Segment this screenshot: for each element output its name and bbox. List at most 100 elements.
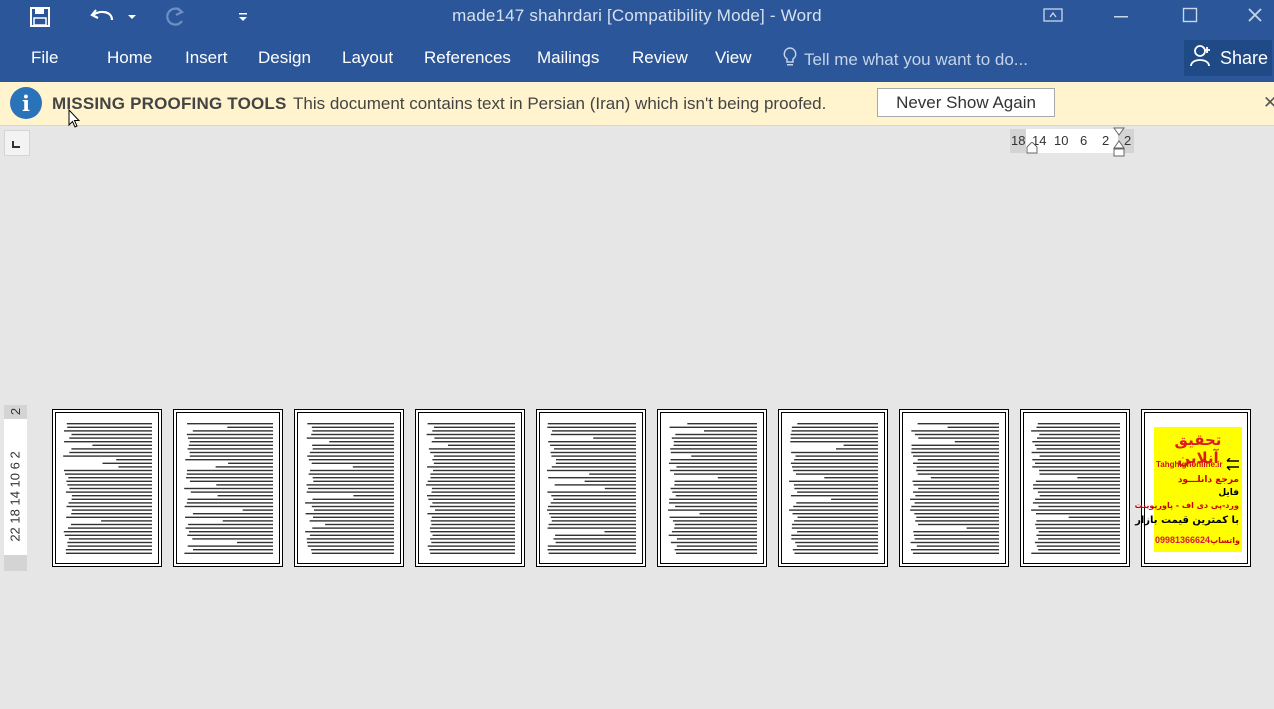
- text-line: [910, 541, 999, 544]
- text-line: [547, 545, 636, 547]
- share-label: Share: [1220, 47, 1269, 68]
- text-line: [604, 531, 636, 533]
- page-9[interactable]: [1020, 409, 1130, 567]
- horizontal-ruler[interactable]: 18 14 10 6 2 2: [1010, 127, 1134, 157]
- vertical-ruler-margin-bottom: [4, 555, 27, 571]
- page-text-block: [426, 423, 515, 554]
- text-line: [307, 541, 394, 544]
- advert-line-3: ورد-پی دی اف - پاورپوینت: [1134, 501, 1239, 510]
- text-line: [699, 513, 757, 515]
- advert-phone: 09981366624واتساپ: [1155, 535, 1240, 545]
- text-line: [670, 541, 757, 544]
- text-line: [305, 502, 394, 504]
- text-line: [1033, 487, 1120, 490]
- advert-banner: تحقیق آنلاین Tahghighonline.ir مرجع دانل…: [1135, 427, 1242, 552]
- maximize-icon[interactable]: [1167, 0, 1213, 30]
- text-line: [918, 523, 999, 526]
- text-line: [71, 495, 152, 497]
- text-line: [911, 451, 999, 454]
- page-5[interactable]: [536, 409, 646, 567]
- vertical-ruler-labels: 22 18 14 10 6 2: [7, 450, 23, 542]
- tab-layout[interactable]: Layout: [342, 48, 393, 68]
- text-line: [187, 545, 273, 547]
- text-line: [187, 448, 273, 450]
- right-indent-marker-icon[interactable]: [1112, 127, 1126, 164]
- text-line: [312, 477, 394, 479]
- tell-me-box[interactable]: Tell me what you want to do...: [782, 46, 1028, 73]
- text-line: [910, 509, 999, 511]
- text-line: [550, 444, 636, 446]
- close-window-icon[interactable]: [1236, 0, 1274, 30]
- page-7[interactable]: [778, 409, 888, 567]
- tab-file[interactable]: File: [31, 48, 58, 68]
- text-line: [555, 541, 636, 544]
- text-line: [433, 462, 515, 464]
- text-line: [547, 527, 636, 529]
- text-line: [918, 487, 999, 490]
- text-line: [185, 516, 273, 518]
- text-line: [551, 520, 636, 522]
- text-line: [435, 509, 515, 511]
- text-line: [432, 459, 515, 461]
- text-line: [549, 513, 636, 515]
- page-8[interactable]: [899, 409, 1009, 567]
- page-text-block: [910, 423, 999, 554]
- page-6[interactable]: [657, 409, 767, 567]
- text-line: [550, 433, 636, 436]
- tab-references[interactable]: References: [424, 48, 511, 68]
- text-line: [309, 451, 394, 454]
- page-1[interactable]: [52, 409, 162, 567]
- tab-mailings[interactable]: Mailings: [537, 48, 599, 68]
- text-line: [193, 549, 273, 551]
- text-line: [966, 527, 999, 529]
- tab-insert[interactable]: Insert: [185, 48, 228, 68]
- left-indent-marker-icon[interactable]: [1026, 141, 1038, 159]
- share-button[interactable]: Share: [1184, 40, 1272, 76]
- advert-line-1: مرجع دانلـــود: [1177, 475, 1239, 485]
- minimize-icon[interactable]: [1098, 0, 1144, 30]
- text-line: [1034, 444, 1120, 446]
- tab-home[interactable]: Home: [107, 48, 152, 68]
- text-line: [427, 495, 515, 497]
- text-line: [794, 487, 878, 490]
- page-4[interactable]: [415, 409, 525, 567]
- title-bar: made147 shahrdari [Compatibility Mode] -…: [0, 0, 1274, 34]
- text-line: [1039, 455, 1120, 457]
- window-title: made147 shahrdari [Compatibility Mode] -…: [452, 6, 822, 25]
- text-line: [68, 527, 152, 529]
- close-message-icon[interactable]: ✕: [1263, 93, 1274, 113]
- text-line: [831, 498, 878, 500]
- page-10[interactable]: تحقیق آنلاین Tahghighonline.ir مرجع دانل…: [1135, 409, 1251, 567]
- text-line: [102, 462, 152, 464]
- text-line: [584, 480, 636, 482]
- never-show-again-button[interactable]: Never Show Again: [877, 88, 1055, 117]
- text-line: [547, 423, 636, 425]
- text-line: [911, 505, 999, 508]
- text-line: [551, 495, 636, 497]
- text-line: [947, 426, 999, 428]
- text-line: [427, 480, 515, 482]
- text-line: [1038, 538, 1120, 540]
- text-line: [305, 513, 394, 515]
- text-line: [1036, 534, 1120, 536]
- tab-view[interactable]: View: [715, 48, 752, 68]
- text-line: [1031, 430, 1120, 432]
- text-line: [1068, 516, 1120, 518]
- text-line: [312, 527, 394, 529]
- text-line: [307, 455, 394, 457]
- text-line: [313, 516, 394, 518]
- ribbon-display-options-icon[interactable]: [1030, 0, 1076, 30]
- tab-selector-icon[interactable]: [4, 130, 30, 156]
- text-line: [1039, 473, 1120, 475]
- text-line: [792, 513, 878, 515]
- tab-design[interactable]: Design: [258, 48, 311, 68]
- text-line: [913, 484, 999, 486]
- page-3[interactable]: [294, 409, 404, 567]
- text-line: [668, 462, 757, 464]
- text-line: [550, 451, 636, 454]
- tab-review[interactable]: Review: [632, 48, 688, 68]
- vertical-ruler[interactable]: 2 22 18 14 10 6 2: [4, 405, 27, 571]
- text-line: [68, 477, 152, 479]
- page-2[interactable]: [173, 409, 283, 567]
- text-line: [308, 473, 394, 475]
